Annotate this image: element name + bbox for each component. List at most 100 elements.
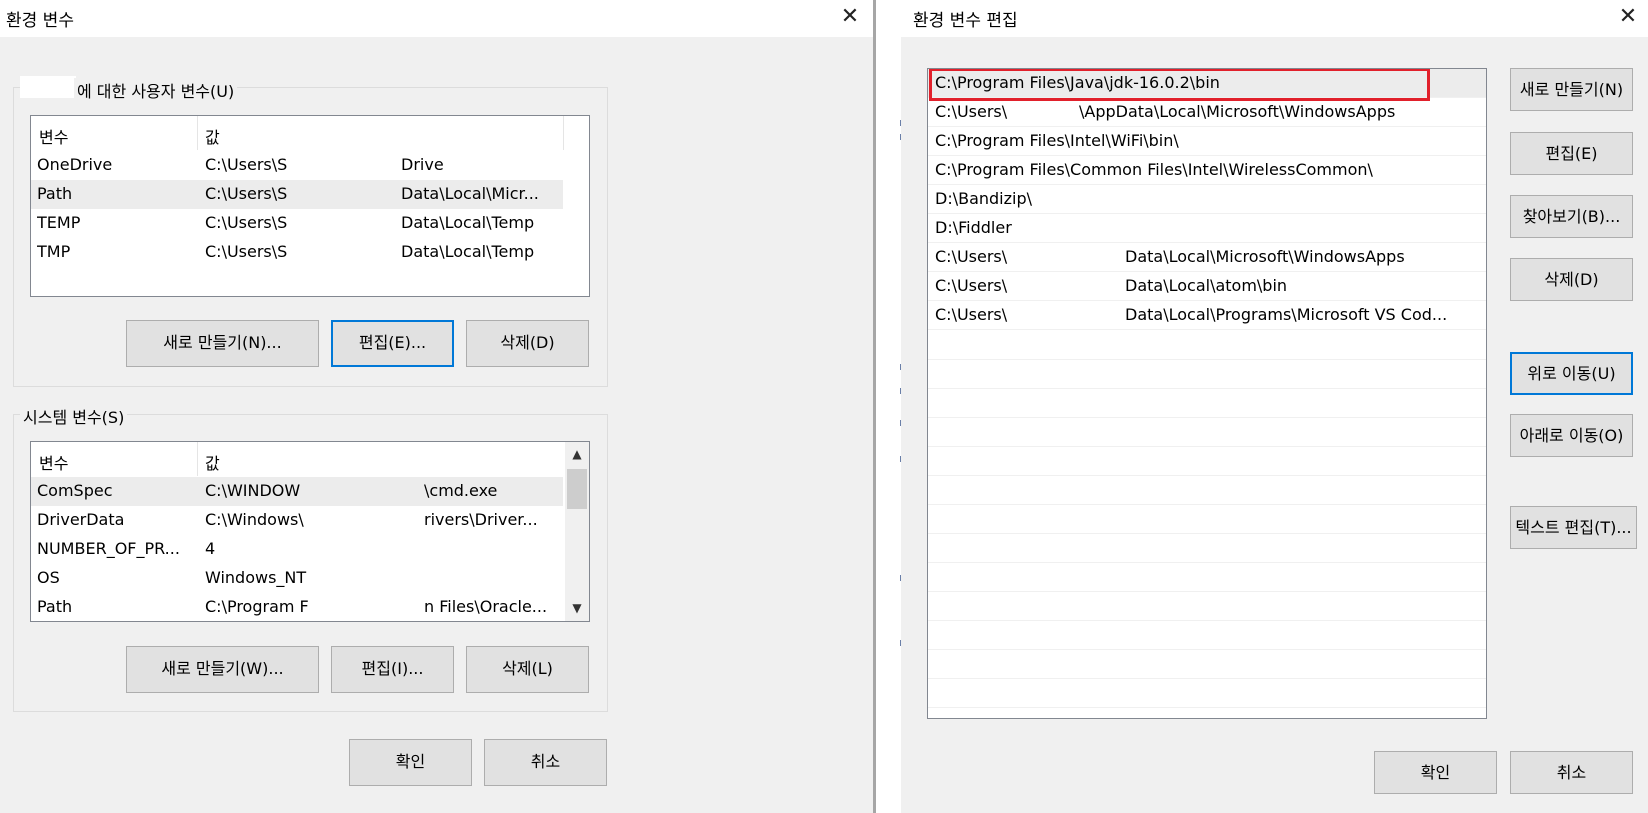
title-bar: 환경 변수 편집 ✕	[901, 0, 1648, 37]
scrollbar-thumb[interactable]	[567, 469, 587, 509]
variable-name: Path	[37, 597, 73, 616]
list-item[interactable]: D:\Fiddler	[928, 214, 1486, 243]
scroll-up-icon[interactable]: ▲	[565, 442, 589, 467]
move-down-button[interactable]: 아래로 이동(O)	[1510, 414, 1633, 457]
system-delete-button[interactable]: 삭제(L)	[466, 646, 589, 693]
empty-row-line	[928, 649, 1486, 650]
list-item[interactable]: C:\Users\ \AppData\Local\Microsoft\Windo…	[928, 98, 1486, 127]
path-delete-button[interactable]: 삭제(D)	[1510, 258, 1633, 301]
empty-row-line	[928, 707, 1486, 708]
list-item[interactable]: C:\Users\ Data\Local\atom\bin	[928, 272, 1486, 301]
list-item[interactable]: C:\Program Files\Common Files\Intel\Wire…	[928, 156, 1486, 185]
list-header: 변수 값	[31, 442, 589, 476]
variable-name: DriverData	[37, 510, 125, 529]
variable-name: NUMBER_OF_PR...	[37, 539, 180, 558]
variable-name: TEMP	[37, 213, 81, 232]
variable-value-tail: n Files\Oracle...	[424, 597, 548, 616]
column-header-value[interactable]: 값	[205, 450, 220, 474]
path-text-tail: Data\Local\Microsoft\WindowsApps	[1125, 247, 1405, 266]
move-up-button[interactable]: 위로 이동(U)	[1510, 352, 1633, 395]
path-edit-button[interactable]: 편집(E)	[1510, 132, 1633, 175]
empty-row-line	[928, 504, 1486, 505]
empty-row-line	[928, 388, 1486, 389]
variable-name: TMP	[37, 242, 71, 261]
path-new-button[interactable]: 새로 만들기(N)	[1510, 68, 1633, 111]
variable-value-tail: rivers\Driver...	[424, 510, 538, 529]
close-icon[interactable]: ✕	[1613, 4, 1643, 32]
user-new-button[interactable]: 새로 만들기(N)...	[126, 320, 319, 367]
red-highlight-annotation	[929, 69, 1430, 101]
column-header-variable[interactable]: 변수	[39, 124, 68, 148]
path-text: C:\Program Files\Common Files\Intel\Wire…	[935, 160, 1373, 179]
list-item[interactable]: C:\Program Files\Intel\WiFi\bin\	[928, 127, 1486, 156]
column-header-value[interactable]: 값	[205, 124, 220, 148]
empty-row-line	[928, 475, 1486, 476]
cancel-button[interactable]: 취소	[484, 739, 607, 786]
vertical-scrollbar[interactable]: ▲ ▼	[565, 442, 589, 621]
variable-value: 4	[205, 539, 216, 558]
variable-name: ComSpec	[37, 481, 113, 500]
path-text-tail: \AppData\Local\Microsoft\WindowsApps	[1079, 102, 1396, 121]
variable-value-tail: \cmd.exe	[424, 481, 498, 500]
table-row[interactable]: DriverData C:\Windows\ rivers\Driver...	[31, 506, 563, 535]
variable-value: C:\Users\S	[205, 184, 288, 203]
environment-variables-dialog: 환경 변수 ✕ 에 대한 사용자 변수(U) 변수 값 OneDrive C:\…	[0, 0, 873, 813]
variable-value: C:\WINDOW	[205, 481, 301, 500]
table-row[interactable]: OS Windows_NT	[31, 564, 563, 593]
variable-value-tail: Data\Local\Micr...	[401, 184, 539, 203]
ok-button[interactable]: 확인	[1374, 751, 1497, 794]
path-browse-button[interactable]: 찾아보기(B)...	[1510, 195, 1633, 238]
ok-button[interactable]: 확인	[349, 739, 472, 786]
user-variables-list[interactable]: 변수 값 OneDrive C:\Users\S Drive Path C:\U…	[30, 115, 590, 297]
table-row[interactable]: OneDrive C:\Users\S Drive	[31, 151, 563, 180]
table-row[interactable]: Path C:\Program F n Files\Oracle...	[31, 593, 563, 621]
table-row[interactable]: NUMBER_OF_PR... 4	[31, 535, 563, 564]
background-gap	[873, 0, 901, 813]
scroll-down-icon[interactable]: ▼	[565, 596, 589, 621]
column-header-variable[interactable]: 변수	[39, 450, 68, 474]
empty-row-line	[928, 562, 1486, 563]
close-icon[interactable]: ✕	[835, 4, 865, 32]
path-text: C:\Program Files\Intel\WiFi\bin\	[935, 131, 1179, 150]
empty-row-line	[928, 678, 1486, 679]
cancel-button[interactable]: 취소	[1510, 751, 1633, 794]
system-new-button[interactable]: 새로 만들기(W)...	[126, 646, 319, 693]
table-row[interactable]: TEMP C:\Users\S Data\Local\Temp	[31, 209, 563, 238]
list-item[interactable]: C:\Users\ Data\Local\Microsoft\WindowsAp…	[928, 243, 1486, 272]
edit-text-button[interactable]: 텍스트 편집(T)...	[1510, 506, 1637, 549]
empty-row-line	[928, 417, 1486, 418]
path-list[interactable]: C:\Program Files\Java\jdk-16.0.2\bin C:\…	[927, 68, 1487, 719]
table-row[interactable]: TMP C:\Users\S Data\Local\Temp	[31, 238, 563, 267]
path-text-tail: Data\Local\atom\bin	[1125, 276, 1288, 295]
empty-row-line	[928, 533, 1486, 534]
variable-value: C:\Users\S	[205, 242, 288, 261]
list-item-selected[interactable]: C:\Program Files\Java\jdk-16.0.2\bin	[928, 69, 1486, 101]
column-divider[interactable]	[563, 116, 564, 150]
variable-value: C:\Program F	[205, 597, 309, 616]
table-row-selected[interactable]: Path C:\Users\S Data\Local\Micr...	[31, 180, 563, 209]
variable-value-tail: Data\Local\Temp	[401, 213, 535, 232]
user-delete-button[interactable]: 삭제(D)	[466, 320, 589, 367]
path-text-tail: Data\Local\Programs\Microsoft VS Cod...	[1125, 305, 1448, 324]
path-text: C:\Users\	[935, 305, 1008, 324]
dialog-title: 환경 변수	[6, 11, 74, 31]
window-separator	[873, 0, 876, 813]
system-variables-list[interactable]: 변수 값 ComSpec C:\WINDOW \cmd.exe DriverDa…	[30, 441, 590, 622]
variable-name: OneDrive	[37, 155, 113, 174]
variable-value: Windows_NT	[205, 568, 307, 587]
table-row-selected[interactable]: ComSpec C:\WINDOW \cmd.exe	[31, 477, 563, 506]
user-edit-button[interactable]: 편집(E)...	[331, 320, 454, 367]
list-item[interactable]: D:\Bandizip\	[928, 185, 1486, 214]
path-text: C:\Users\	[935, 276, 1008, 295]
variable-value-tail: Data\Local\Temp	[401, 242, 535, 261]
column-divider[interactable]	[197, 116, 198, 150]
empty-row-line	[928, 359, 1486, 360]
list-item[interactable]: C:\Users\ Data\Local\Programs\Microsoft …	[928, 301, 1486, 330]
column-divider[interactable]	[197, 442, 198, 476]
dialog-title: 환경 변수 편집	[913, 11, 1018, 31]
system-edit-button[interactable]: 편집(I)...	[331, 646, 454, 693]
system-variables-title: 시스템 변수(S)	[20, 404, 128, 428]
variable-name: OS	[37, 568, 60, 587]
title-bar: 환경 변수 ✕	[0, 0, 873, 37]
path-text: C:\Users\	[935, 102, 1008, 121]
